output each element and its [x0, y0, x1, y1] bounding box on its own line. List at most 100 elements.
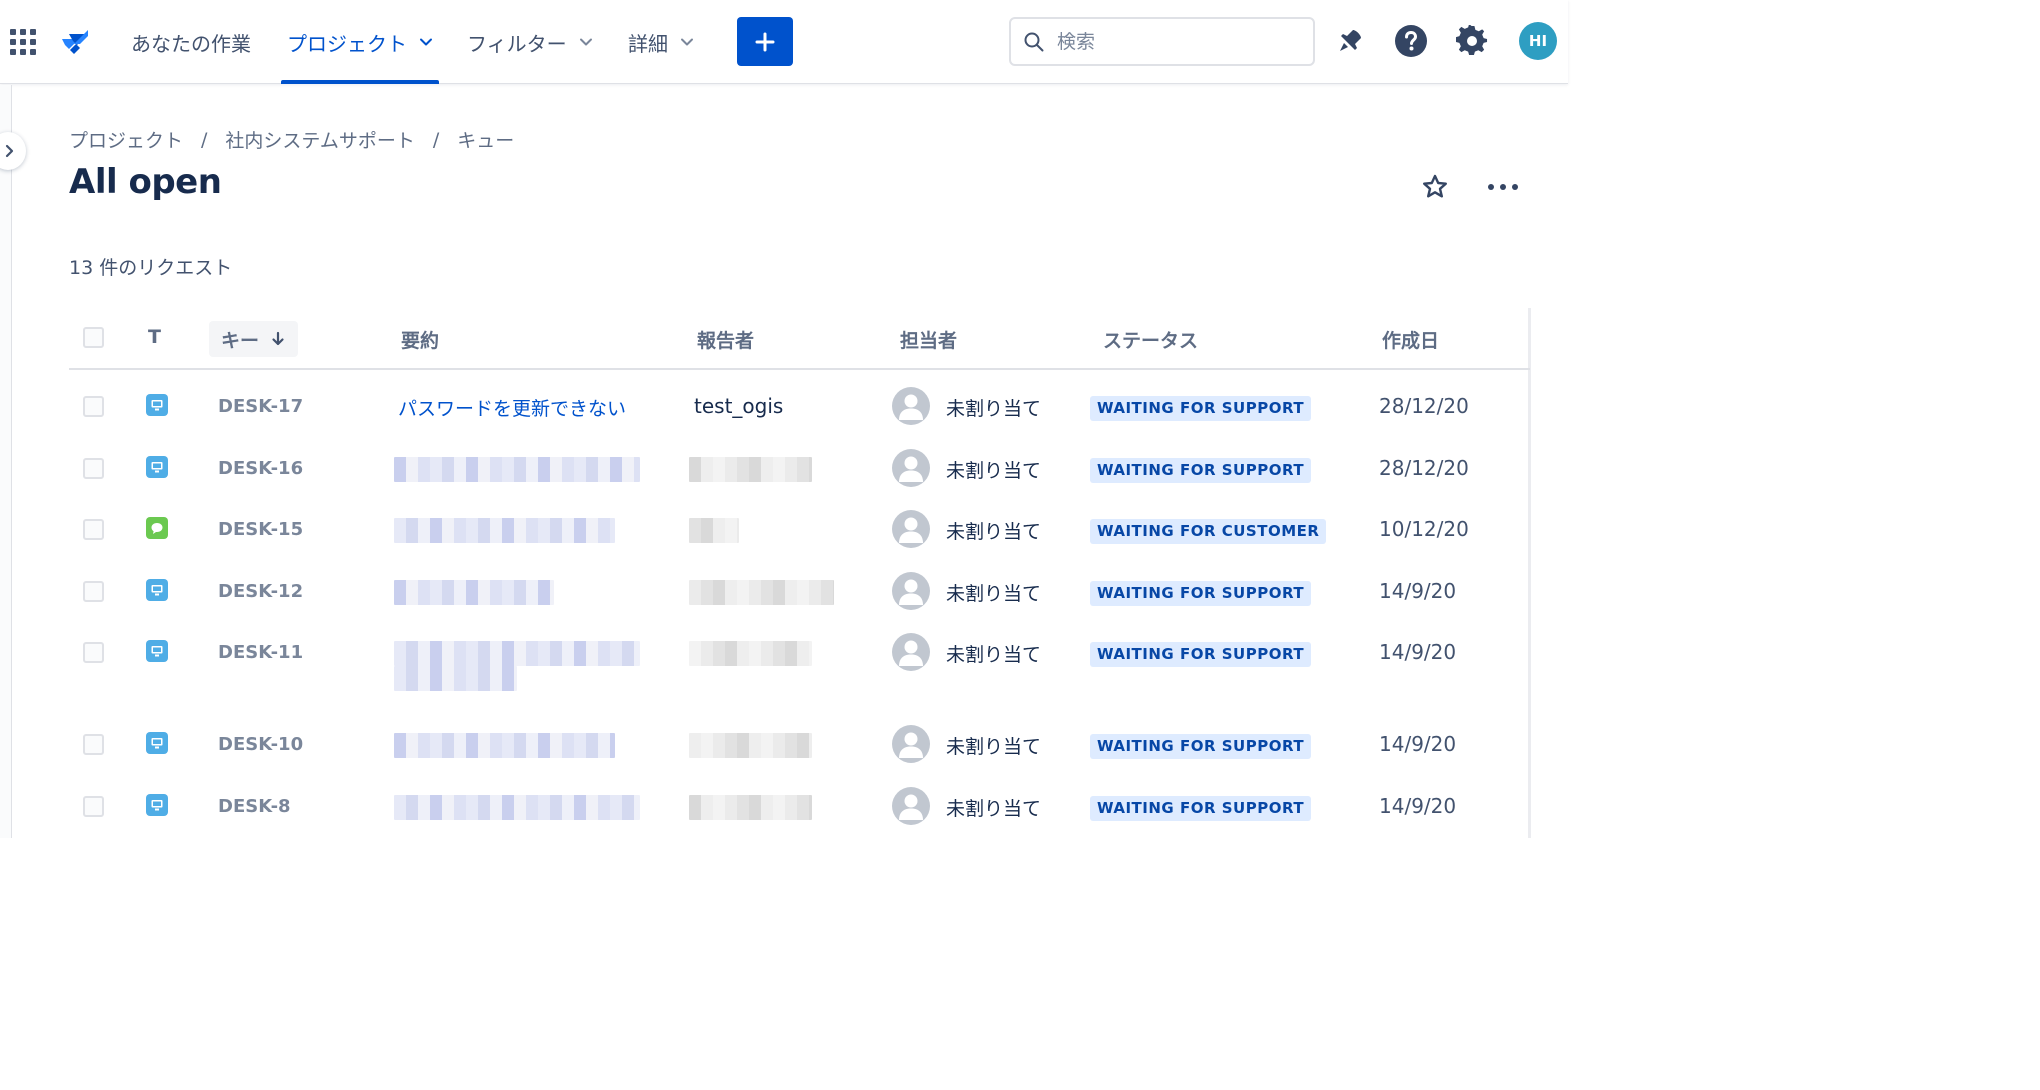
- breadcrumb-project-name[interactable]: 社内システムサポート: [225, 126, 414, 153]
- reporter-name: test_ogis: [694, 394, 784, 418]
- avatar-initials: HI: [1528, 32, 1548, 50]
- status-lozenge[interactable]: WAITING FOR SUPPORT: [1090, 581, 1312, 606]
- nav-filters-label: フィルター: [467, 31, 567, 56]
- created-date: 14/9/20: [1379, 794, 1457, 818]
- redacted-text: [689, 457, 812, 482]
- page-title: All open: [69, 162, 222, 202]
- service-request-icon: [146, 732, 168, 754]
- redacted-text: [394, 580, 554, 605]
- redacted-text: [689, 733, 812, 758]
- status-lozenge[interactable]: WAITING FOR SUPPORT: [1090, 458, 1312, 483]
- created-date: 28/12/20: [1379, 456, 1469, 480]
- status-lozenge[interactable]: WAITING FOR SUPPORT: [1090, 796, 1312, 821]
- issue-key-link[interactable]: DESK-12: [218, 581, 303, 602]
- notifications-icon[interactable]: [1333, 24, 1367, 58]
- issue-key-link[interactable]: DESK-16: [218, 458, 303, 479]
- search-input[interactable]: [1057, 30, 1287, 53]
- app-switcher-icon[interactable]: [10, 29, 36, 55]
- nav-projects[interactable]: プロジェクト: [281, 0, 439, 84]
- settings-icon[interactable]: [1455, 24, 1489, 58]
- plus-icon: [755, 32, 775, 51]
- star-icon: [1423, 174, 1447, 198]
- redacted-text: [689, 641, 812, 666]
- nav-projects-label: プロジェクト: [287, 31, 407, 56]
- create-button[interactable]: [737, 17, 793, 66]
- user-avatar[interactable]: HI: [1519, 22, 1557, 60]
- chevron-down-icon: [579, 38, 592, 46]
- column-summary[interactable]: 要約: [401, 326, 439, 353]
- issue-key-link[interactable]: DESK-17: [218, 396, 303, 417]
- redacted-text: [689, 580, 834, 605]
- summary-link[interactable]: パスワードを更新できない: [398, 394, 626, 421]
- more-actions-button[interactable]: [1485, 170, 1521, 204]
- row-checkbox[interactable]: [83, 458, 104, 479]
- redacted-text: [394, 641, 640, 666]
- unassigned-avatar-icon: [892, 787, 930, 825]
- redacted-text: [394, 666, 517, 691]
- search-box[interactable]: [1009, 17, 1315, 66]
- service-request-icon: [146, 794, 168, 816]
- star-button[interactable]: [1418, 170, 1452, 204]
- assignee-name: 未割り当て: [946, 644, 1042, 666]
- assignee-name: 未割り当て: [946, 460, 1042, 482]
- nav-your-work[interactable]: あなたの作業: [131, 0, 251, 84]
- column-key-label: キー: [221, 329, 260, 352]
- question-icon: [146, 517, 168, 539]
- created-date: 14/9/20: [1379, 579, 1457, 603]
- row-checkbox[interactable]: [83, 519, 104, 540]
- table-header: T キー 要約 報告者 担当者 ステータス 作成日: [69, 310, 1530, 370]
- row-checkbox[interactable]: [83, 581, 104, 602]
- issue-key-link[interactable]: DESK-11: [218, 642, 303, 663]
- expand-sidebar-button[interactable]: [0, 132, 26, 170]
- column-assignee[interactable]: 担当者: [900, 326, 957, 353]
- chevron-right-icon: [5, 144, 14, 158]
- more-horizontal-icon: [1488, 184, 1518, 190]
- breadcrumb-queues[interactable]: キュー: [457, 126, 514, 153]
- nav-filters[interactable]: フィルター: [467, 0, 593, 84]
- created-date: 14/9/20: [1379, 640, 1457, 664]
- column-created[interactable]: 作成日: [1382, 326, 1439, 353]
- jira-logo-icon[interactable]: [58, 26, 92, 60]
- table-scroll-edge: [1528, 308, 1531, 838]
- sidebar-collapsed: [0, 85, 12, 838]
- redacted-text: [689, 795, 812, 820]
- column-key[interactable]: キー: [209, 321, 298, 357]
- created-date: 28/12/20: [1379, 394, 1469, 418]
- issue-key-link[interactable]: DESK-15: [218, 519, 303, 540]
- column-status[interactable]: ステータス: [1103, 326, 1198, 353]
- status-lozenge[interactable]: WAITING FOR CUSTOMER: [1090, 519, 1327, 544]
- requests-table: T キー 要約 報告者 担当者 ステータス 作成日 DESK-17 パスワードを更…: [69, 310, 1530, 825]
- breadcrumb-projects[interactable]: プロジェクト: [69, 126, 183, 153]
- help-icon[interactable]: [1394, 24, 1428, 58]
- breadcrumb: プロジェクト / 社内システムサポート / キュー: [69, 126, 514, 153]
- assignee-name: 未割り当て: [946, 798, 1042, 820]
- column-reporter[interactable]: 報告者: [697, 326, 754, 353]
- status-lozenge[interactable]: WAITING FOR SUPPORT: [1090, 642, 1312, 667]
- issue-key-link[interactable]: DESK-10: [218, 734, 303, 755]
- row-checkbox[interactable]: [83, 396, 104, 417]
- row-checkbox[interactable]: [83, 734, 104, 755]
- unassigned-avatar-icon: [892, 633, 930, 671]
- row-checkbox[interactable]: [83, 642, 104, 663]
- select-all-checkbox[interactable]: [83, 327, 104, 348]
- nav-more[interactable]: 詳細: [628, 0, 694, 84]
- service-request-icon: [146, 579, 168, 601]
- assignee-name: 未割り当て: [946, 736, 1042, 758]
- created-date: 14/9/20: [1379, 732, 1457, 756]
- status-lozenge[interactable]: WAITING FOR SUPPORT: [1090, 734, 1312, 759]
- created-date: 10/12/20: [1379, 517, 1469, 541]
- unassigned-avatar-icon: [892, 725, 930, 763]
- column-type[interactable]: T: [148, 326, 161, 348]
- redacted-text: [394, 733, 615, 758]
- redacted-text: [394, 518, 615, 543]
- chevron-down-icon: [420, 38, 432, 46]
- service-request-icon: [146, 394, 168, 416]
- unassigned-avatar-icon: [892, 572, 930, 610]
- row-checkbox[interactable]: [83, 796, 104, 817]
- breadcrumb-separator: /: [201, 128, 208, 151]
- unassigned-avatar-icon: [892, 449, 930, 487]
- issue-key-link[interactable]: DESK-8: [218, 796, 291, 817]
- top-navigation: あなたの作業 プロジェクト フィルター 詳細 HI: [0, 0, 1568, 84]
- redacted-text: [689, 518, 739, 543]
- status-lozenge[interactable]: WAITING FOR SUPPORT: [1090, 396, 1312, 421]
